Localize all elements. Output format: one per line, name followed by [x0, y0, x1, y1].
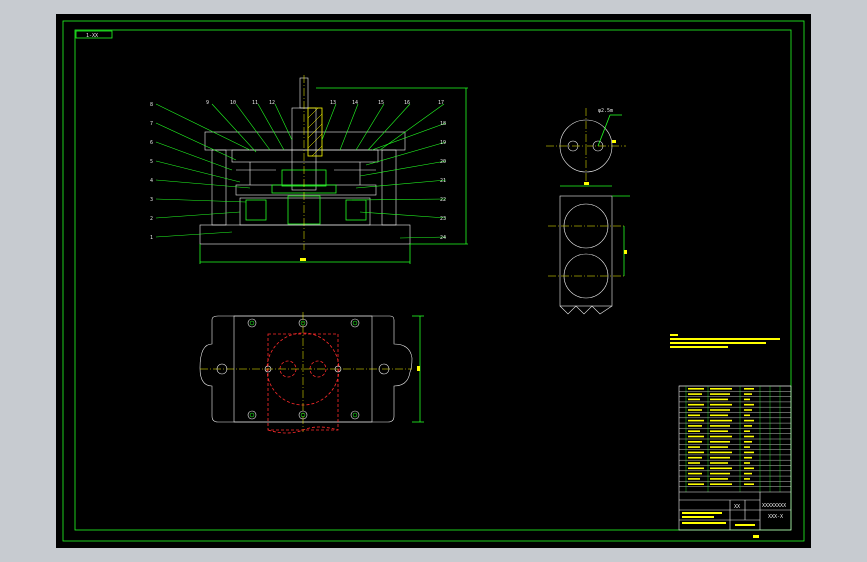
balloon-label-9: 9: [206, 100, 209, 106]
title-block-name: XXXXXXXX: [762, 503, 786, 509]
balloon-label-13: 13: [330, 100, 336, 106]
balloon-label-3: 3: [150, 197, 153, 203]
balloon-label-18: 18: [440, 121, 446, 127]
balloon-label-2: 2: [150, 216, 153, 222]
balloon-label-21: 21: [440, 178, 446, 184]
balloon-label-24: 24: [440, 235, 446, 241]
balloon-label-20: 20: [440, 159, 446, 165]
balloon-label-12: 12: [269, 100, 275, 106]
cad-viewport[interactable]: 1-XX 8 7 6 5 4 3 2 1 9 10 11 12 13 14 15…: [0, 0, 867, 562]
balloon-label-19: 19: [440, 140, 446, 146]
balloon-label-23: 23: [440, 216, 446, 222]
balloon-label-8: 8: [150, 102, 153, 108]
balloon-label-1: 1: [150, 235, 153, 241]
part-view-note: φ2.5m: [598, 108, 613, 114]
balloon-label-7: 7: [150, 121, 153, 127]
drawing-canvas[interactable]: 1-XX 87654321 9 10 11 12 13 14 15 16 17 …: [0, 0, 867, 562]
balloon-label-17: 17: [438, 100, 444, 106]
balloon-label-16: 16: [404, 100, 410, 106]
balloon-label-15: 15: [378, 100, 384, 106]
title-block-code: XXX-X: [768, 514, 783, 520]
balloon-label-11: 11: [252, 100, 258, 106]
material-mark: XX: [734, 504, 740, 510]
corner-tag-text: 1-XX: [86, 33, 98, 39]
balloon-label-4: 4: [150, 178, 153, 184]
balloon-label-5: 5: [150, 159, 153, 165]
balloon-label-14: 14: [352, 100, 358, 106]
balloon-label-22: 22: [440, 197, 446, 203]
balloon-label-6: 6: [150, 140, 153, 146]
balloon-label-10: 10: [230, 100, 236, 106]
